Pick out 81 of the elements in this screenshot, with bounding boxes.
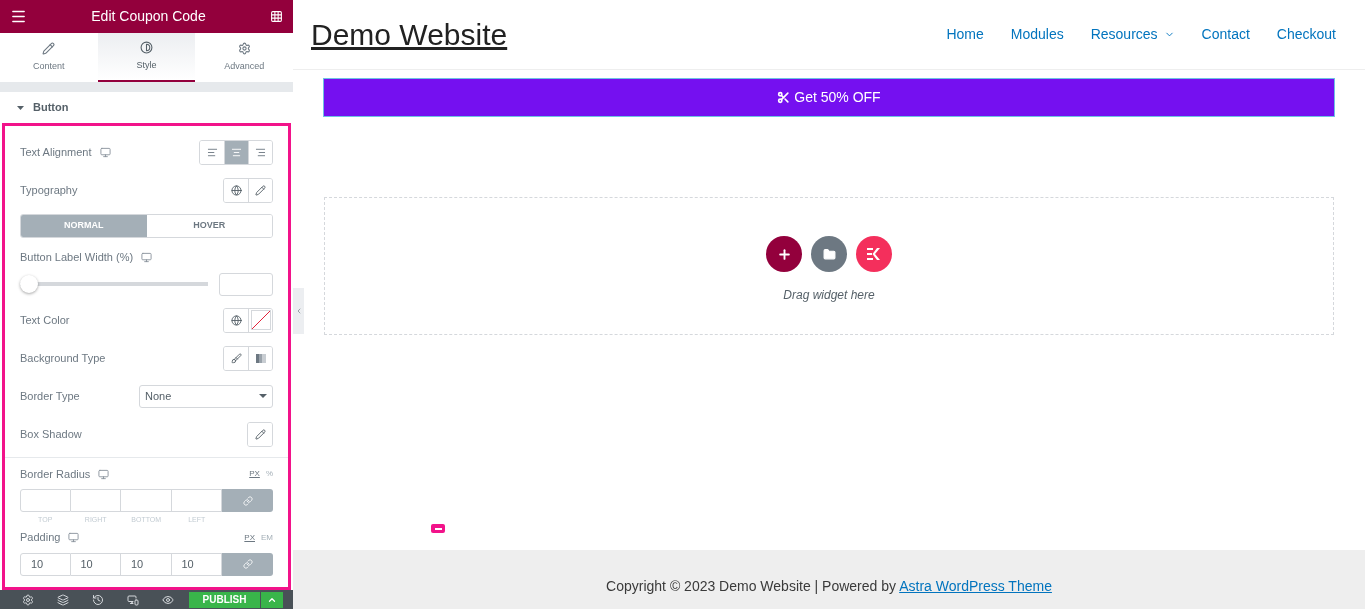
link-icon <box>242 495 253 506</box>
slider-thumb[interactable] <box>20 275 38 293</box>
pencil-icon <box>254 428 266 440</box>
align-right-icon <box>255 146 266 158</box>
control-icon-button[interactable] <box>248 422 272 446</box>
control-icon-button[interactable] <box>248 346 272 370</box>
control-label: Padding <box>20 530 61 546</box>
dimension-field[interactable]: 10 <box>20 552 71 576</box>
eye-icon <box>161 593 174 606</box>
publish-options-button[interactable] <box>260 591 283 608</box>
panel-tab[interactable]: Content <box>0 33 98 82</box>
history-icon <box>91 593 104 606</box>
theme-link[interactable]: Astra WordPress Theme <box>899 578 1052 594</box>
panel-tab[interactable]: Style <box>97 33 196 82</box>
globe-icon <box>230 184 242 196</box>
elementskit-button[interactable] <box>856 236 892 272</box>
nav-link[interactable]: Checkout <box>1276 24 1336 45</box>
caret-icon <box>17 105 24 110</box>
responsive-icon[interactable] <box>98 468 110 480</box>
folder-icon <box>822 247 836 261</box>
drop-hint: Drag widget here <box>783 287 875 304</box>
publish-button[interactable]: PUBLISH <box>189 591 260 608</box>
control-label: Text Color <box>20 312 70 328</box>
control-label: Text Alignment <box>20 144 92 160</box>
nav-link[interactable]: Contact <box>1201 24 1250 45</box>
align-center-icon <box>231 146 242 158</box>
nav-link[interactable]: Home <box>946 24 984 45</box>
scissors-icon <box>777 91 791 104</box>
responsive-icon[interactable] <box>99 146 111 158</box>
element-handle[interactable] <box>431 524 445 533</box>
dimension-field[interactable]: 10 <box>171 552 222 576</box>
alignment-option[interactable] <box>248 140 272 164</box>
settings-icon <box>237 41 251 55</box>
control-label: Border Type <box>20 388 80 404</box>
dimension-field[interactable]: 10 <box>70 552 121 576</box>
dimension-field[interactable] <box>121 489 172 512</box>
brush-icon <box>230 352 242 364</box>
caret-icon <box>259 394 267 398</box>
panel-tab[interactable]: Advanced <box>195 33 293 82</box>
gradient-icon <box>255 353 266 363</box>
control-icon-button[interactable] <box>248 308 272 332</box>
add-section-button[interactable] <box>766 236 802 272</box>
pencil-icon <box>255 184 266 196</box>
globe-icon <box>230 314 242 326</box>
number-field[interactable] <box>219 272 273 296</box>
panel-title: Edit Coupon Code <box>91 7 206 26</box>
section-header[interactable]: Button <box>0 92 293 123</box>
select-field[interactable]: None <box>139 384 273 408</box>
unit-option[interactable]: PX <box>244 531 255 544</box>
add-template-button[interactable] <box>811 236 847 272</box>
widgets-grid-icon[interactable] <box>270 10 283 23</box>
settings-icon <box>21 593 34 606</box>
pencil-icon <box>42 41 56 55</box>
dimension-field[interactable] <box>70 489 121 512</box>
nav-link[interactable]: Modules <box>1010 24 1064 45</box>
link-values-button[interactable] <box>222 552 273 576</box>
unit-option[interactable]: PX <box>249 468 260 480</box>
contrast-icon <box>140 40 153 54</box>
responsive-icon[interactable] <box>141 251 153 263</box>
plus-icon <box>776 246 792 262</box>
layers-icon <box>56 593 69 606</box>
menu-icon[interactable] <box>10 8 27 25</box>
devices-icon <box>126 593 139 606</box>
align-left-icon <box>206 146 218 158</box>
dimension-field[interactable]: 10 <box>121 552 172 576</box>
site-title[interactable]: Demo Website <box>311 12 508 57</box>
logo-icon <box>867 248 881 260</box>
control-icon-button[interactable] <box>248 178 272 202</box>
alignment-option[interactable] <box>224 140 248 164</box>
coupon-button[interactable]: Get 50% OFF <box>324 79 1334 116</box>
nav-link[interactable]: Resources <box>1090 24 1175 45</box>
collapse-panel-handle[interactable] <box>293 288 304 334</box>
footer-copyright: Copyright © 2023 Demo Website | Powered by Astra WordPress Theme <box>606 577 1052 596</box>
control-label: Button Label Width (%) <box>20 249 134 265</box>
control-label: Box Shadow <box>20 426 82 442</box>
responsive-icon[interactable] <box>68 532 80 543</box>
control-label: Typography <box>20 182 78 198</box>
control-label: Border Radius <box>20 466 91 482</box>
dimension-field[interactable] <box>20 489 71 512</box>
link-icon <box>242 559 253 569</box>
control-label: Background Type <box>20 350 106 366</box>
